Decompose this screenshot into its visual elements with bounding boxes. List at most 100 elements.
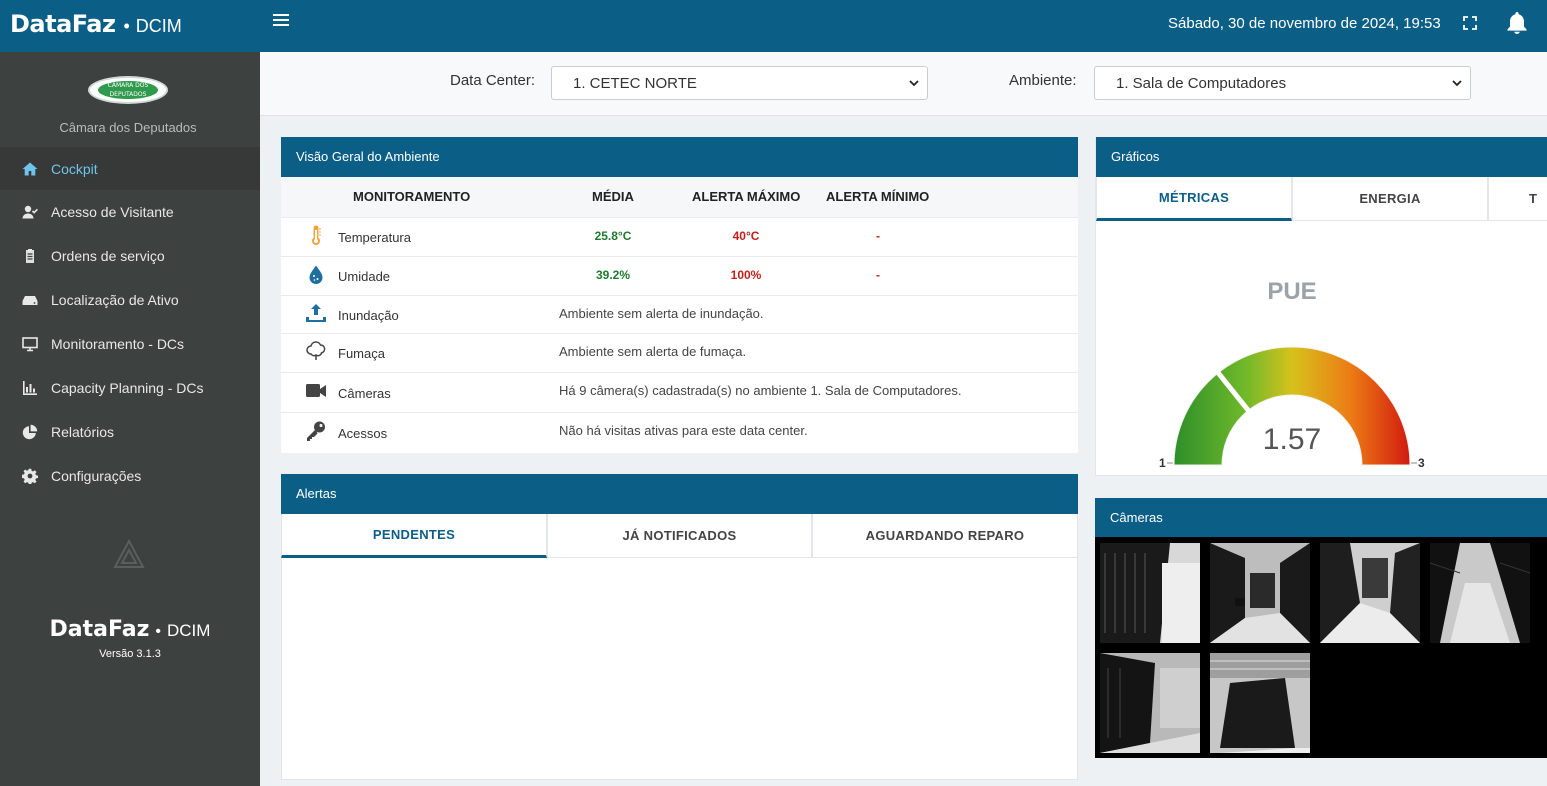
gauge-value: 1.57	[1263, 423, 1321, 456]
sidebar-item-relatorios[interactable]: Relatórios	[0, 410, 260, 454]
row-name: Umidade	[338, 269, 391, 284]
bar-chart-icon	[23, 381, 37, 395]
bell-icon[interactable]	[1506, 11, 1528, 35]
top-bar: DataFaz • DCIM Sábado, 30 de novembro de…	[0, 0, 1547, 52]
footer-brand-logo: DataFaz	[49, 617, 150, 642]
sidebar-item-localizacao-ativo[interactable]: Localização de Ativo	[0, 278, 260, 322]
gear-icon	[22, 468, 38, 484]
overview-panel: Visão Geral do Ambiente MONITORAMENTO MÉ…	[281, 137, 1078, 453]
organization-block: CÂMARA DOS DEPUTADOS Câmara dos Deputados	[0, 52, 260, 147]
charts-panel: Gráficos MÉTRICAS ENERGIA T PUE 1.57 1 3	[1095, 137, 1547, 476]
alerts-panel: Alertas PENDENTES JÁ NOTIFICADOS AGUARDA…	[281, 474, 1078, 780]
sidebar-item-cockpit[interactable]: Cockpit	[0, 147, 260, 190]
gauge-min-label: 1	[1159, 456, 1166, 470]
fullscreen-icon[interactable]	[1463, 16, 1477, 30]
thermometer-icon	[312, 225, 321, 245]
gauge-label: PUE	[1267, 278, 1316, 305]
video-camera-icon	[306, 384, 326, 397]
table-row: Umidade 39.2% 100% -	[281, 256, 1078, 295]
alerts-title: Alertas	[281, 474, 1078, 514]
gauge-max-label: 3	[1418, 456, 1425, 470]
current-datetime: Sábado, 30 de novembro de 2024, 19:53	[1168, 15, 1441, 32]
table-row: Inundação Ambiente sem alerta de inundaç…	[281, 295, 1078, 333]
ambiente-selected-value: 1. Sala de Computadores	[1116, 75, 1287, 92]
chevron-down-icon	[1452, 80, 1462, 87]
row-name: Fumaça	[338, 346, 385, 361]
brand-suffix: DCIM	[135, 16, 182, 36]
cameras-panel: Câmeras	[1095, 498, 1547, 538]
smoke-icon	[306, 341, 326, 360]
user-check-icon	[22, 205, 38, 219]
footer-brand-suffix: DCIM	[167, 621, 211, 640]
row-description: Ambiente sem alerta de inundação.	[559, 306, 764, 321]
column-header-media: MÉDIA	[592, 189, 634, 204]
umidade-media: 39.2%	[595, 268, 631, 282]
organization-logo: CÂMARA DOS DEPUTADOS	[88, 76, 168, 104]
row-description: Não há visitas ativas para este data cen…	[559, 423, 808, 438]
temperatura-alerta-minimo: -	[876, 229, 880, 243]
temperatura-media: 25.8°C	[594, 229, 632, 243]
column-header-alerta-minimo: ALERTA MÍNIMO	[826, 189, 930, 204]
camera-grid	[1095, 537, 1547, 758]
sidebar-item-acesso-visitante[interactable]: Acesso de Visitante	[0, 190, 260, 234]
home-icon	[22, 162, 38, 175]
camera-feed-4[interactable]	[1430, 543, 1530, 643]
datafaz-watermark-icon	[113, 539, 145, 568]
datacenter-select[interactable]: 1. CETEC NORTE	[551, 66, 928, 100]
tab-aguardando-reparo[interactable]: AGUARDANDO REPARO	[812, 514, 1078, 558]
sidebar-item-monitoramento[interactable]: Monitoramento - DCs	[0, 322, 260, 366]
tab-energia[interactable]: ENERGIA	[1292, 177, 1488, 221]
alerts-tabs: PENDENTES JÁ NOTIFICADOS AGUARDANDO REPA…	[281, 514, 1078, 558]
sidebar-item-capacity-planning[interactable]: Capacity Planning - DCs	[0, 366, 260, 410]
sidebar-item-label: Localização de Ativo	[51, 292, 179, 308]
umidade-alerta-maximo: 100%	[730, 268, 762, 282]
row-name: Inundação	[338, 308, 399, 323]
tab-ja-notificados[interactable]: JÁ NOTIFICADOS	[547, 514, 812, 558]
umidade-alerta-minimo: -	[876, 268, 880, 282]
flood-icon	[306, 304, 326, 322]
ambiente-label: Ambiente:	[1009, 72, 1077, 89]
chevron-down-icon	[909, 80, 919, 87]
sidebar-item-label: Relatórios	[51, 424, 115, 440]
column-header-alerta-maximo: ALERTA MÁXIMO	[692, 189, 801, 204]
brand-separator: •	[123, 16, 130, 36]
hamburger-icon[interactable]	[273, 14, 289, 28]
sidebar-menu: Cockpit Acesso de Visitante Ordens de se…	[0, 147, 260, 498]
camera-feed-5[interactable]	[1100, 653, 1200, 753]
table-row: Câmeras Há 9 câmera(s) cadastrada(s) no …	[281, 372, 1078, 412]
sidebar-item-label: Monitoramento - DCs	[51, 336, 185, 352]
sidebar-item-label: Acesso de Visitante	[51, 204, 174, 220]
sidebar-item-label: Cockpit	[51, 160, 98, 177]
tab-t[interactable]: T	[1488, 177, 1547, 221]
footer-brand: DataFaz • DCIM Versão 3.1.3	[0, 617, 260, 660]
app-brand[interactable]: DataFaz • DCIM	[10, 10, 182, 44]
table-row: Acessos Não há visitas ativas para este …	[281, 412, 1078, 453]
cameras-title: Câmeras	[1095, 498, 1547, 538]
datacenter-label: Data Center:	[450, 72, 536, 89]
ambiente-select[interactable]: 1. Sala de Computadores	[1094, 66, 1471, 100]
tab-metricas[interactable]: MÉTRICAS	[1096, 177, 1292, 221]
camera-feed-1[interactable]	[1100, 543, 1200, 643]
tab-pendentes[interactable]: PENDENTES	[281, 514, 547, 558]
pie-chart-icon	[22, 424, 38, 440]
sidebar-item-configuracoes[interactable]: Configurações	[0, 454, 260, 498]
sidebar-item-ordens-servico[interactable]: Ordens de serviço	[0, 234, 260, 278]
pue-gauge: PUE 1.57 1 3	[1159, 278, 1425, 470]
table-row: Fumaça Ambiente sem alerta de fumaça.	[281, 333, 1078, 372]
temperatura-alerta-maximo: 40°C	[732, 229, 760, 243]
camera-feed-2[interactable]	[1210, 543, 1310, 643]
row-name: Temperatura	[338, 230, 411, 245]
sidebar: CÂMARA DOS DEPUTADOS Câmara dos Deputados…	[0, 52, 260, 786]
camera-feed-6[interactable]	[1210, 653, 1310, 753]
filter-bar: Data Center: 1. CETEC NORTE Ambiente: 1.…	[260, 52, 1547, 116]
charts-title: Gráficos	[1096, 137, 1547, 177]
monitor-icon	[22, 337, 38, 352]
droplet-icon	[309, 265, 323, 284]
column-header-monitoramento: MONITORAMENTO	[353, 189, 471, 204]
sidebar-item-label: Capacity Planning - DCs	[51, 380, 204, 396]
datacenter-selected-value: 1. CETEC NORTE	[573, 75, 697, 92]
camera-feed-3[interactable]	[1320, 543, 1420, 643]
sidebar-item-label: Configurações	[51, 468, 142, 484]
sidebar-item-label: Ordens de serviço	[51, 248, 165, 264]
row-description: Ambiente sem alerta de fumaça.	[559, 344, 747, 359]
